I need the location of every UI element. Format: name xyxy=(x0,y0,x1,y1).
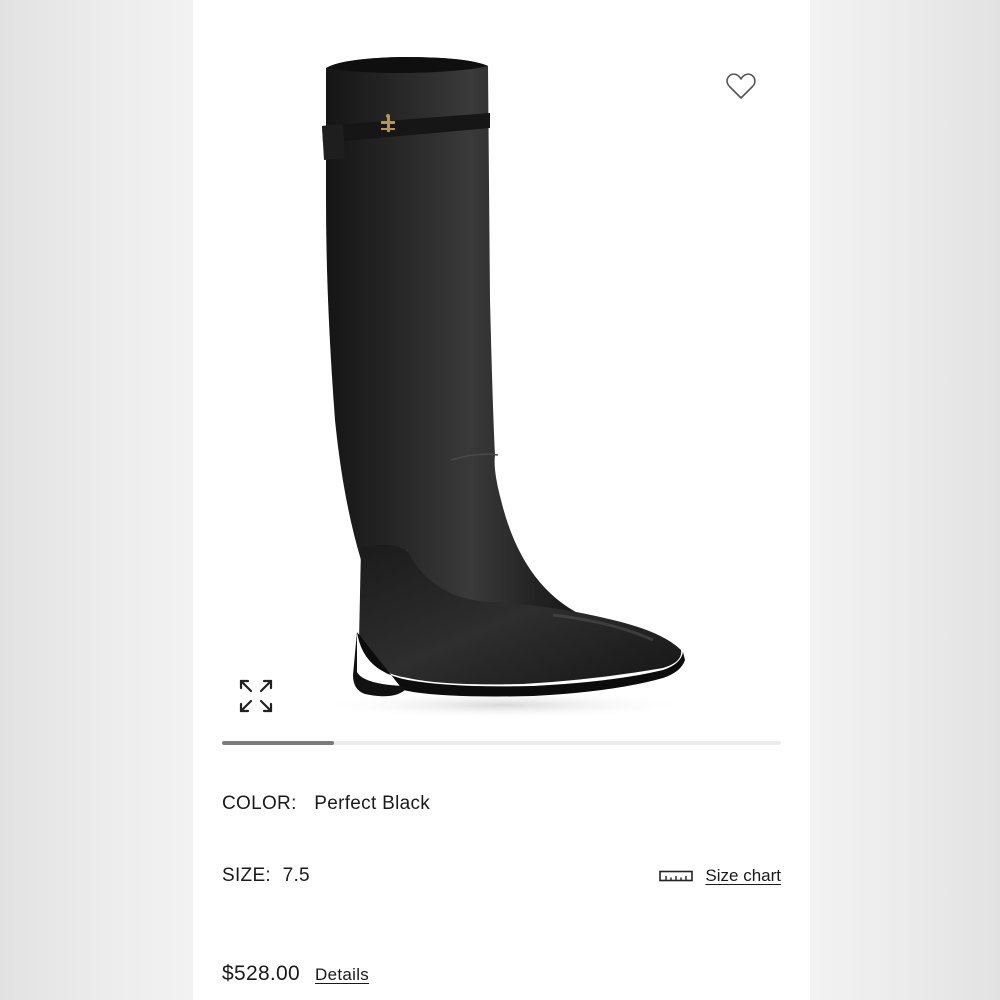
expand-image-button[interactable] xyxy=(237,677,275,715)
size-chart-label[interactable]: Size chart xyxy=(705,866,781,886)
color-selection: COLOR: Perfect Black xyxy=(222,793,430,815)
product-image[interactable] xyxy=(193,0,810,730)
expand-arrows-icon xyxy=(239,679,273,713)
product-price: $528.00 xyxy=(222,962,301,985)
product-page: COLOR: Perfect Black SIZE: 7.5 Size char… xyxy=(193,0,810,1000)
color-label: COLOR: xyxy=(222,793,297,814)
background-right xyxy=(810,0,1000,1000)
boot-image xyxy=(313,57,693,719)
price-row: $528.00 Details xyxy=(222,962,369,986)
size-label: SIZE: xyxy=(222,865,272,886)
carousel-progress-fill xyxy=(222,741,334,745)
heart-icon xyxy=(726,73,756,99)
size-value: 7.5 xyxy=(282,865,310,886)
wishlist-button[interactable] xyxy=(721,68,761,104)
ruler-icon xyxy=(659,870,694,882)
details-link[interactable]: Details xyxy=(315,965,369,985)
background-left xyxy=(0,0,193,1000)
size-chart-link[interactable]: Size chart xyxy=(659,866,781,886)
color-value: Perfect Black xyxy=(314,793,431,814)
carousel-progress-track[interactable] xyxy=(222,741,781,745)
size-selection[interactable]: SIZE: 7.5 xyxy=(222,865,310,887)
